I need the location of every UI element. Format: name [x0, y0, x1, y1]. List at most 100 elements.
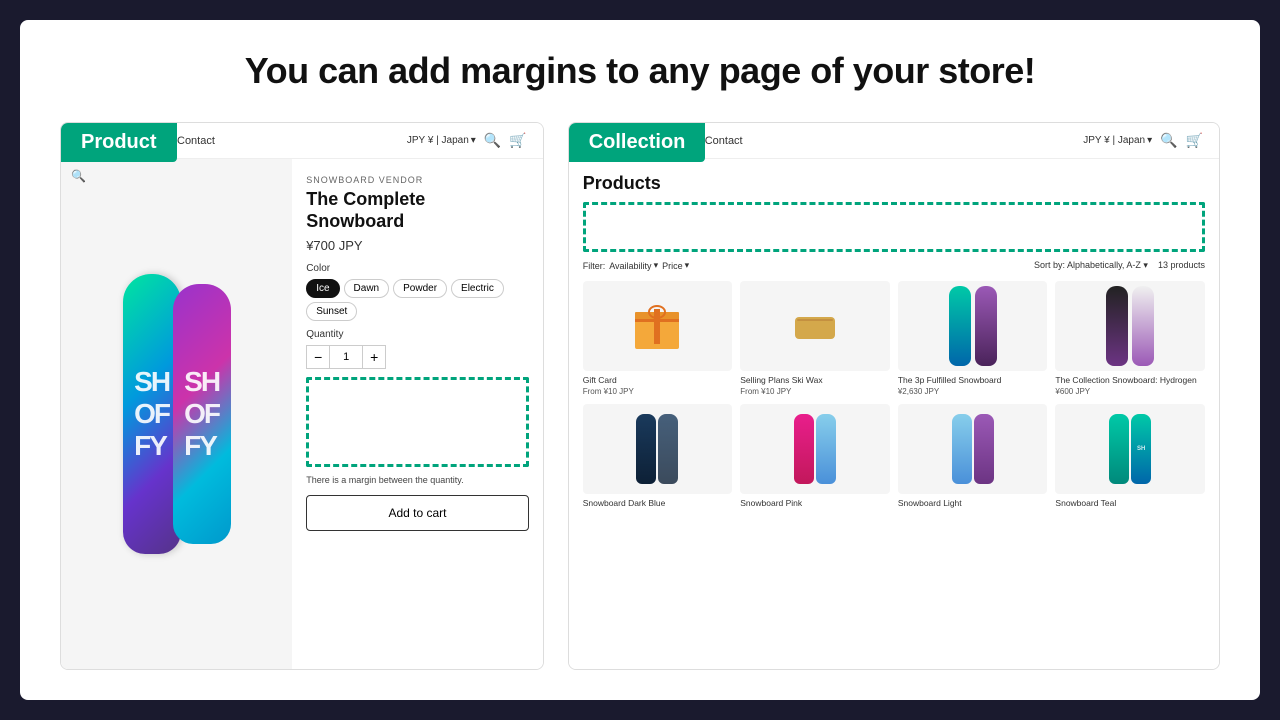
col-nav-contact[interactable]: Contact — [705, 135, 743, 147]
board-container — [793, 414, 837, 484]
color-btn-powder[interactable]: Powder — [393, 279, 447, 298]
color-btn-electric[interactable]: Electric — [451, 279, 504, 298]
cart-icon[interactable]: 🛒 — [509, 132, 526, 149]
products-grid: Gift Card From ¥10 JPY Selling Plans Ski… — [583, 281, 1205, 510]
col-nav-right: JPY ¥ | Japan ▾ 🔍 🛒 — [1083, 132, 1203, 149]
page-headline: You can add margins to any page of your … — [245, 50, 1035, 92]
add-to-cart-button[interactable]: Add to cart — [306, 495, 529, 531]
color-btn-ice[interactable]: Ice — [306, 279, 339, 298]
product-price: ¥600 JPY — [1055, 387, 1205, 396]
board-container — [947, 286, 999, 366]
main-board: SHOFFY SHOFFY — [123, 274, 231, 554]
product-name: Snowboard Light — [898, 498, 1048, 508]
board-img — [1109, 414, 1129, 484]
availability-chevron-icon: ▾ — [654, 260, 659, 271]
board-container — [1104, 286, 1156, 366]
product-image-board3 — [583, 404, 733, 494]
product-name: The Collection Snowboard: Hydrogen — [1055, 375, 1205, 385]
quantity-control: − 1 + — [306, 345, 529, 369]
image-search-icon[interactable]: 🔍 — [71, 169, 86, 183]
product-name: The 3p Fulfilled Snowboard — [898, 375, 1048, 385]
color-label: Color — [306, 263, 529, 274]
board-right: SHOFFY — [173, 284, 231, 544]
product-name: Snowboard Pink — [740, 498, 890, 508]
product-name: Selling Plans Ski Wax — [740, 375, 890, 385]
color-options: Ice Dawn Powder Electric Sunset — [306, 279, 529, 321]
list-item: Gift Card From ¥10 JPY — [583, 281, 733, 396]
color-btn-sunset[interactable]: Sunset — [306, 302, 357, 321]
product-price: ¥700 JPY — [306, 238, 529, 253]
collection-body: Products Filter: Availability ▾ Price ▾ — [569, 159, 1219, 669]
board-left: SHOFFY — [123, 274, 181, 554]
product-image-board5 — [898, 404, 1048, 494]
chevron-icon: ▾ — [471, 135, 476, 146]
nav-right: JPY ¥ | Japan ▾ 🔍 🛒 — [407, 132, 527, 149]
board-img2 — [974, 414, 994, 484]
qty-increase-button[interactable]: + — [362, 345, 386, 369]
board-img2 — [658, 414, 678, 484]
main-container: You can add margins to any page of your … — [20, 20, 1260, 700]
board-img — [794, 414, 814, 484]
board-right-img — [1132, 286, 1154, 366]
list-item: The Collection Snowboard: Hydrogen ¥600 … — [1055, 281, 1205, 396]
color-btn-dawn[interactable]: Dawn — [344, 279, 390, 298]
board-left-img — [949, 286, 971, 366]
vendor-label: SNOWBOARD VENDOR — [306, 175, 529, 185]
product-image-board2 — [1055, 281, 1205, 371]
price-chevron-icon: ▾ — [685, 260, 690, 271]
product-price: From ¥10 JPY — [740, 387, 890, 396]
board-right-img — [975, 286, 997, 366]
product-price: ¥2,630 JPY — [898, 387, 1048, 396]
sort-right: Sort by: Alphabetically, A-Z ▾ 13 produc… — [1034, 260, 1205, 271]
nav-contact[interactable]: Contact — [177, 135, 215, 147]
list-item: Snowboard Light — [898, 404, 1048, 510]
board-container — [951, 414, 995, 484]
board-img — [636, 414, 656, 484]
collection-label: Collection — [569, 123, 706, 162]
list-item: Selling Plans Ski Wax From ¥10 JPY — [740, 281, 890, 396]
product-image-gift — [583, 281, 733, 371]
product-name: Snowboard Teal — [1055, 498, 1205, 508]
collection-margin-indicator — [583, 202, 1205, 252]
search-icon[interactable]: 🔍 — [484, 132, 501, 149]
product-details: SNOWBOARD VENDOR The Complete Snowboard … — [292, 159, 543, 669]
collection-card: Collection Contact JPY ¥ | Japan ▾ 🔍 🛒 P… — [568, 122, 1220, 670]
product-image-area: 🔍 SHOFFY SHOFFY — [61, 159, 292, 669]
product-image-board4 — [740, 404, 890, 494]
col-cart-icon[interactable]: 🛒 — [1186, 132, 1203, 149]
filter-label: Filter: — [583, 261, 606, 271]
board-img — [952, 414, 972, 484]
quantity-label: Quantity — [306, 329, 529, 340]
product-price: From ¥10 JPY — [583, 387, 733, 396]
products-section-title: Products — [583, 173, 1205, 194]
snowboard-image: SHOFFY SHOFFY — [71, 244, 282, 584]
col-search-icon[interactable]: 🔍 — [1160, 132, 1177, 149]
board-right-text: SHOFFY — [184, 366, 219, 462]
board-left-text: SHOFFY — [134, 366, 169, 462]
board-left-img — [1106, 286, 1128, 366]
sort-chevron-icon: ▾ — [1143, 260, 1148, 270]
board-container: SH — [1108, 414, 1152, 484]
quantity-value: 1 — [330, 345, 362, 369]
product-card: Product Contact JPY ¥ | Japan ▾ 🔍 🛒 — [60, 122, 544, 670]
product-image-wax — [740, 281, 890, 371]
filter-price[interactable]: Price ▾ — [662, 260, 689, 271]
list-item: Snowboard Dark Blue — [583, 404, 733, 510]
list-item: SH Snowboard Teal — [1055, 404, 1205, 510]
col-chevron-icon: ▾ — [1147, 135, 1152, 146]
product-image-board6: SH — [1055, 404, 1205, 494]
board-img2 — [816, 414, 836, 484]
margin-note: There is a margin between the quantity. — [306, 475, 529, 485]
filter-left: Filter: Availability ▾ Price ▾ — [583, 260, 689, 271]
board-img2: SH — [1131, 414, 1151, 484]
product-label: Product — [61, 123, 177, 162]
nav-currency: JPY ¥ | Japan ▾ — [407, 135, 476, 146]
filter-bar: Filter: Availability ▾ Price ▾ Sort by: … — [583, 260, 1205, 271]
board-container — [635, 414, 679, 484]
quantity-margin-indicator — [306, 377, 529, 467]
filter-availability[interactable]: Availability ▾ — [609, 260, 658, 271]
qty-decrease-button[interactable]: − — [306, 345, 330, 369]
list-item: Snowboard Pink — [740, 404, 890, 510]
cards-row: Product Contact JPY ¥ | Japan ▾ 🔍 🛒 — [60, 122, 1220, 670]
product-name: Snowboard Dark Blue — [583, 498, 733, 508]
